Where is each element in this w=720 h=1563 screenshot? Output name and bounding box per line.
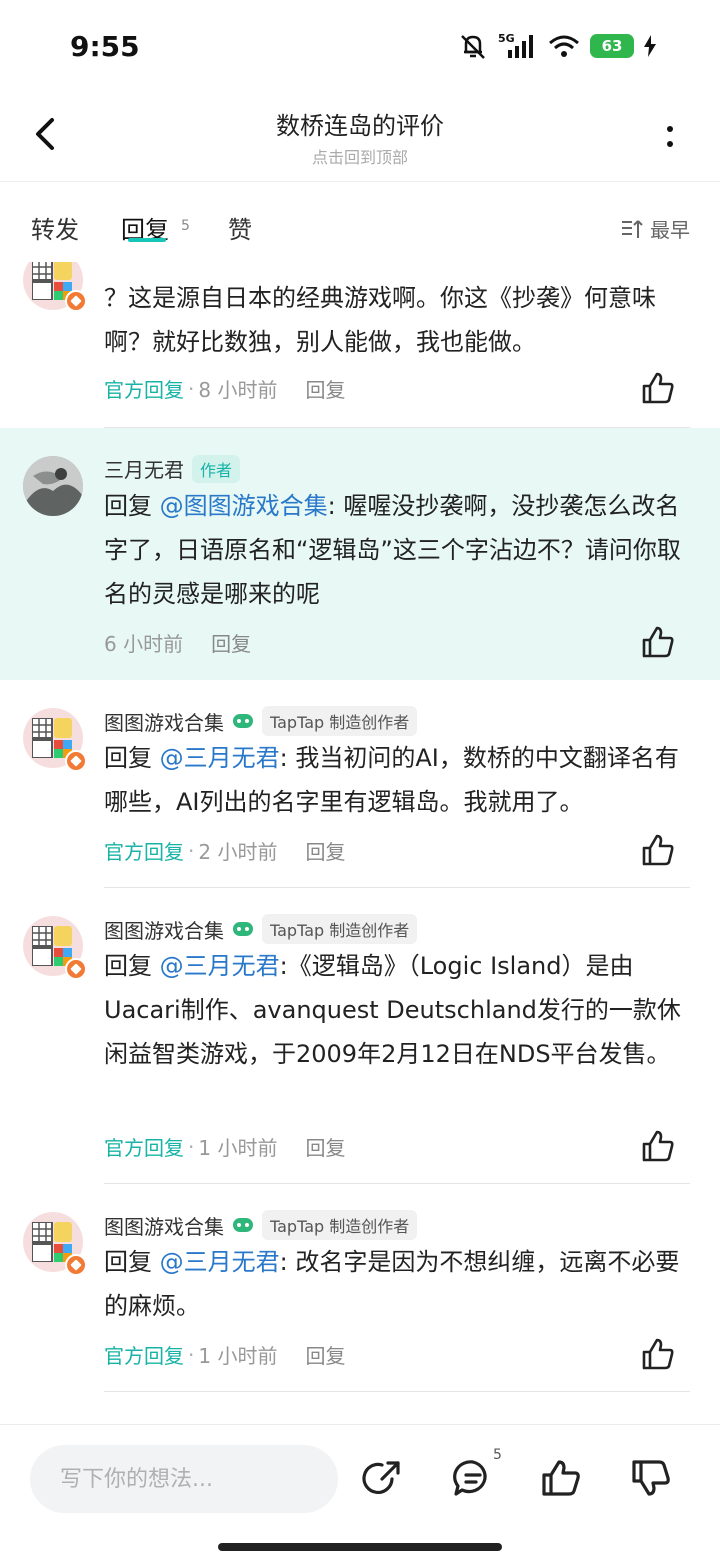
sort-button[interactable]: 最早 [620,214,690,243]
comment-header: 图图游戏合集 TapTap 制造创作者 [104,914,418,944]
thumb-up-icon[interactable] [540,1457,582,1499]
reply-prefix: 回复 [104,492,160,520]
reply-prefix: 回复 [104,744,160,772]
mention-link[interactable]: @图图游戏合集 [160,492,328,520]
user-name[interactable]: 图图游戏合集 [104,915,224,944]
comment-text: ？这是源自日本的经典游戏啊。你这《抄袭》何意味啊？就好比数独，别人能做，我也能做… [104,284,656,356]
comment-time: 2 小时前 [198,840,278,864]
comment-time: 1 小时前 [198,1344,278,1368]
wifi-icon [549,35,579,57]
mute-bell-icon [461,35,485,59]
comment-text: 回复 @三月无君: 改名字是因为不想纠缠，远离不必要的麻烦。 [104,1240,684,1328]
creator-badge-icon [65,750,87,772]
sort-label: 最早 [650,218,690,242]
comment-time: 6 小时前 [104,632,184,656]
comment-text: 回复 @图图游戏合集: 喔喔没抄袭啊，没抄袭怎么改名字了，日语原名和“逻辑岛”这… [104,484,684,616]
home-indicator [218,1543,502,1551]
share-icon[interactable] [362,1457,404,1499]
like-icon[interactable] [640,624,676,660]
charging-icon [644,35,656,57]
bottom-action-bar: 5 [0,1424,720,1563]
reply-button[interactable]: 回复 [305,1340,345,1369]
official-reply-label: 官方回复 [104,1344,184,1368]
taptap-maker-icon [233,922,253,936]
comment-time: 1 小时前 [198,1136,278,1160]
comment-header: 三月无君 作者 [104,454,241,483]
user-name[interactable]: 图图游戏合集 [104,707,224,736]
creator-tag: TapTap 制造创作者 [262,706,418,736]
status-icons: 5G 63 [458,32,656,60]
tab-reply-count: 5 [181,218,190,234]
like-icon[interactable] [640,1128,676,1164]
taptap-maker-icon [233,714,253,728]
page-title[interactable]: 数桥连岛的评价 [0,106,720,141]
reply-button[interactable]: 回复 [305,374,345,403]
like-icon[interactable] [640,832,676,868]
creator-tag: TapTap 制造创作者 [262,1210,418,1240]
comment-meta: 官方回复 · 8 小时前 回复 [104,374,345,403]
scroll-to-top-hint[interactable]: 点击回到顶部 [0,144,720,168]
reply-button[interactable]: 回复 [305,836,345,865]
status-time: 9:55 [70,30,140,63]
comment-header: 图图游戏合集 TapTap 制造创作者 [104,706,418,736]
comment-meta: 官方回复 · 1 小时前 回复 [104,1132,345,1161]
like-icon[interactable] [640,370,676,406]
creator-tag: TapTap 制造创作者 [262,914,418,944]
user-name[interactable]: 图图游戏合集 [104,1211,224,1240]
comment-meta: 6 小时前 回复 [104,628,251,657]
battery-indicator: 63 [590,34,634,58]
official-reply-label: 官方回复 [104,1136,184,1160]
creator-badge-icon [65,290,87,312]
like-icon[interactable] [640,1336,676,1372]
tab-like[interactable]: 赞 [228,210,252,245]
page-header: 数桥连岛的评价 点击回到顶部 [0,96,720,182]
tab-bar: 转发 回复 5 赞 最早 [0,182,720,262]
official-reply-label: 官方回复 [104,840,184,864]
comment-meta: 官方回复 · 2 小时前 回复 [104,836,345,865]
reply-button[interactable]: 回复 [305,1132,345,1161]
tab-active-indicator [128,238,166,242]
user-name[interactable]: 三月无君 [104,454,184,483]
mention-link[interactable]: @三月无君 [160,744,280,772]
creator-badge-icon [65,958,87,980]
mention-link[interactable]: @三月无君 [160,952,280,980]
comment-item: 图图游戏合集 TapTap 制造创作者 回复 @三月无君: 改名字是因为不想纠缠… [0,1184,720,1392]
reply-button[interactable]: 回复 [211,628,251,657]
mention-link[interactable]: @三月无君 [160,1248,280,1276]
comment-item-highlighted: 三月无君 作者 回复 @图图游戏合集: 喔喔没抄袭啊，没抄袭怎么改名字了，日语原… [0,428,720,680]
avatar-photo [23,456,83,516]
reply-prefix: 回复 [104,1248,160,1276]
sort-icon [622,219,643,238]
comment-meta: 官方回复 · 1 小时前 回复 [104,1340,345,1369]
divider [104,1391,690,1392]
avatar[interactable] [23,456,83,516]
more-icon[interactable] [660,120,680,150]
reply-prefix: 回复 [104,952,160,980]
thumb-down-icon[interactable] [630,1457,672,1499]
comment-icon[interactable] [452,1457,494,1499]
comment-input[interactable] [30,1445,338,1513]
comment-text: 回复 @三月无君: 我当初问的AI，数桥的中文翻译名有哪些，AI列出的名字里有逻… [104,736,684,824]
tab-forward[interactable]: 转发 [31,210,79,245]
author-tag: 作者 [192,454,241,483]
network-label: 5G [498,32,515,45]
taptap-maker-icon [233,1218,253,1232]
status-bar: 9:55 5G 63 [0,0,720,96]
comment-item: 图图游戏合集 TapTap 制造创作者 回复 @三月无君: 我当初问的AI，数桥… [0,680,720,888]
comment-text: 回复 @三月无君:《逻辑岛》（Logic Island）是由Uacari制作、a… [104,944,684,1076]
comment-item: ？这是源自日本的经典游戏啊。你这《抄袭》何意味啊？就好比数独，别人能做，我也能做… [0,262,720,428]
comment-header: 图图游戏合集 TapTap 制造创作者 [104,1210,418,1240]
comment-count: 5 [493,1447,502,1463]
creator-badge-icon [65,1254,87,1276]
official-reply-label: 官方回复 [104,378,184,402]
comment-time: 8 小时前 [198,378,278,402]
signal-5g-icon: 5G [498,32,533,58]
comment-item: 图图游戏合集 TapTap 制造创作者 回复 @三月无君:《逻辑岛》（Logic… [0,888,720,1184]
comment-input-box[interactable] [30,1445,338,1513]
